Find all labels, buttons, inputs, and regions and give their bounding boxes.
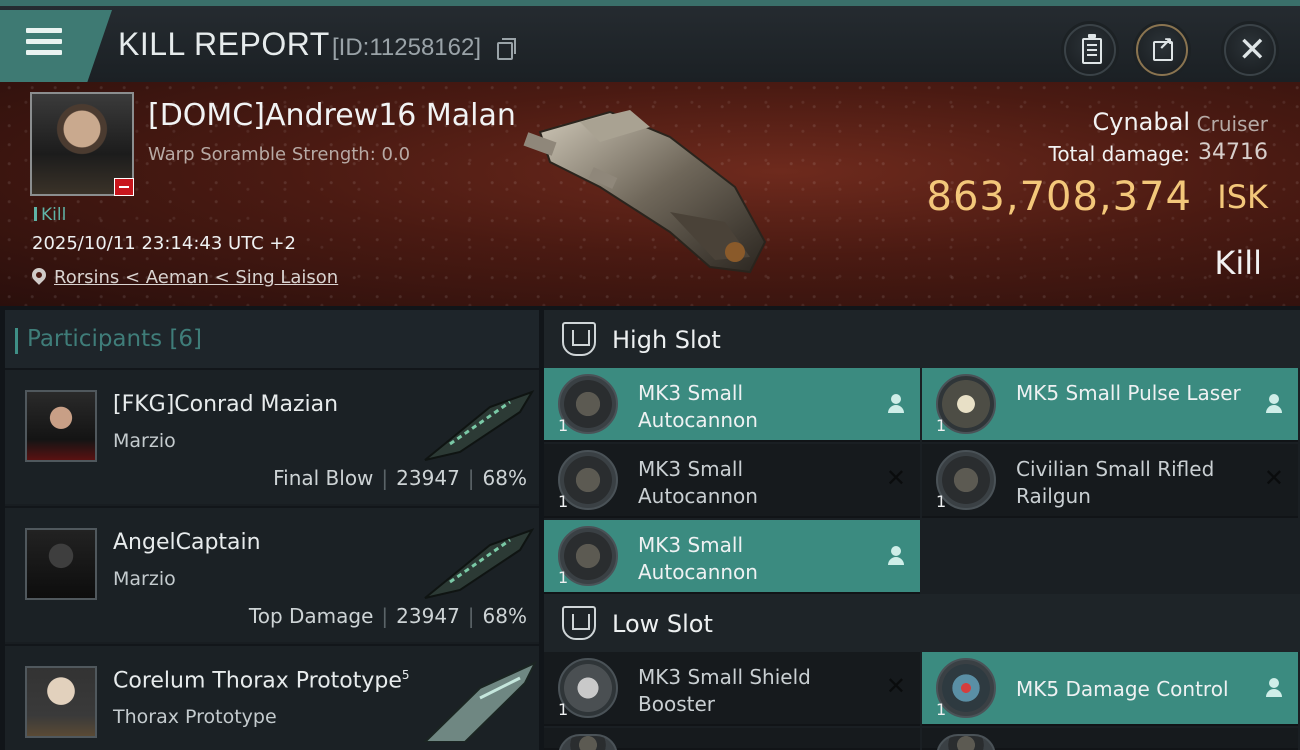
module-item[interactable]: 1 MK3 Small Autocannon <box>544 520 920 594</box>
top-bar: KILL REPORT [ID:11258162] ✕ <box>0 0 1300 82</box>
participant-percent: 68% <box>482 604 527 628</box>
low-slot-icon <box>562 606 596 640</box>
victim-name[interactable]: [DOMC]Andrew16 Malan <box>148 98 516 133</box>
module-icon <box>936 734 996 750</box>
location-pin-icon <box>29 265 49 285</box>
module-item[interactable]: 1 MK3 Small Shield Booster ✕ <box>544 652 920 726</box>
participant-role: Top Damage <box>248 604 374 628</box>
clipboard-button[interactable] <box>1064 24 1116 76</box>
dropped-person-icon <box>1266 394 1282 414</box>
participant-stats: Top Damage | 23947 | 68% <box>248 604 527 628</box>
participant-name: AngelCaptain <box>113 530 261 555</box>
participant-row[interactable]: [FKG]Conrad Mazian Marzio Final Blow | 239… <box>5 368 539 504</box>
participant-ship-image <box>423 660 538 742</box>
destroyed-x-icon: ✕ <box>885 672 906 700</box>
module-item[interactable]: 1 MK3 Small Autocannon <box>544 368 920 442</box>
module-quantity: 1 <box>558 416 569 435</box>
dropped-person-icon <box>888 394 904 414</box>
total-damage-value: 34716 <box>1198 140 1268 165</box>
participant-corp: Marzio <box>113 430 176 452</box>
module-quantity: 1 <box>558 492 569 511</box>
high-slot-title: High Slot <box>612 326 721 354</box>
module-item-partial[interactable] <box>922 728 1298 750</box>
kill-timestamp: 2025/10/11 23:14:43 UTC +2 <box>32 233 296 254</box>
warp-scramble-text: Warp Soramble Strength: 0.0 <box>148 144 411 165</box>
participant-corp: Thorax Prototype <box>113 706 277 728</box>
participant-row[interactable]: AngelCaptain Marzio Top Damage | 23947 | 68% <box>5 506 539 642</box>
close-icon: ✕ <box>1238 30 1267 70</box>
module-name: MK5 Damage Control <box>1016 677 1229 701</box>
module-name: Civilian Small Rifled Railgun <box>1016 457 1215 508</box>
module-item[interactable]: 1 Civilian Small Rifled Railgun ✕ <box>922 444 1298 518</box>
module-name: MK3 Small Autocannon <box>638 533 758 584</box>
module-item-partial[interactable] <box>544 728 920 750</box>
participants-header: Participants [6] <box>5 310 539 368</box>
module-quantity: 1 <box>558 568 569 587</box>
fitting-panel: High Slot 1 MK3 Small Autocannon 1 MK5 S… <box>544 310 1300 750</box>
module-quantity: 1 <box>558 700 569 719</box>
module-item[interactable]: 1 MK5 Small Pulse Laser <box>922 368 1298 442</box>
participant-row[interactable]: Corelum Thorax Prototype5 Thorax Prototy… <box>5 644 539 750</box>
participant-corp: Marzio <box>113 568 176 590</box>
module-item[interactable]: 1 MK5 Damage Control <box>922 652 1298 726</box>
ship-name[interactable]: Cynabal <box>1093 108 1191 136</box>
close-button[interactable]: ✕ <box>1224 24 1276 76</box>
module-name: MK3 Small Shield Booster <box>638 665 811 716</box>
hamburger-icon <box>26 28 62 61</box>
isk-unit: ISK <box>1217 178 1268 216</box>
participants-title: Participants [6] <box>15 326 202 354</box>
high-slot-header: High Slot <box>544 310 1300 368</box>
module-item[interactable]: 1 MK3 Small Autocannon ✕ <box>544 444 920 518</box>
share-icon <box>1153 34 1173 61</box>
module-quantity: 1 <box>936 492 947 511</box>
participant-role: Final Blow <box>273 466 374 490</box>
high-slot-icon <box>562 322 596 356</box>
page-title: KILL REPORT <box>118 26 330 62</box>
avatar[interactable] <box>25 666 97 738</box>
low-slot-header: Low Slot <box>544 594 1300 652</box>
module-name: MK5 Small Pulse Laser <box>1016 381 1241 405</box>
clipboard-icon <box>1082 34 1102 64</box>
victim-ship-image <box>523 110 767 274</box>
destroyed-x-icon: ✕ <box>885 464 906 492</box>
kill-tag: Kill <box>34 205 66 225</box>
participant-stats: Final Blow | 23947 | 68% <box>273 466 527 490</box>
menu-button[interactable] <box>0 10 112 82</box>
victim-avatar[interactable] <box>30 92 134 196</box>
participant-ship-image <box>424 390 535 461</box>
isk-value: 863,708,374 <box>926 174 1192 220</box>
report-id: [ID:11258162] <box>332 34 482 61</box>
share-button[interactable] <box>1136 24 1188 76</box>
ship-class: Cruiser <box>1196 112 1268 136</box>
participant-damage: 23947 <box>396 604 460 628</box>
location-link[interactable]: Rorsins < Aeman < Sing Laison <box>54 267 338 288</box>
avatar[interactable] <box>25 528 97 600</box>
dropped-person-icon <box>888 546 904 566</box>
module-name: MK3 Small Autocannon <box>638 457 758 508</box>
dropped-person-icon <box>1266 678 1282 698</box>
low-slot-title: Low Slot <box>612 610 713 638</box>
standing-badge <box>114 178 134 196</box>
module-quantity: 1 <box>936 700 947 719</box>
total-damage-label: Total damage: <box>1048 142 1191 166</box>
module-icon <box>558 734 618 750</box>
destroyed-x-icon: ✕ <box>1263 464 1284 492</box>
module-name: MK3 Small Autocannon <box>638 381 758 432</box>
victim-banner: [DOMC]Andrew16 Malan Warp Soramble Stren… <box>0 82 1300 306</box>
participant-ship-image <box>424 528 535 599</box>
participant-percent: 68% <box>482 466 527 490</box>
participant-damage: 23947 <box>396 466 460 490</box>
module-quantity: 1 <box>936 416 947 435</box>
avatar[interactable] <box>25 390 97 462</box>
copy-id-icon[interactable] <box>497 38 516 60</box>
participant-name-superscript: 5 <box>401 668 410 682</box>
participant-name: [FKG]Conrad Mazian <box>113 392 339 417</box>
participant-name: Corelum Thorax Prototype5 <box>113 668 410 694</box>
participants-panel: Participants [6] [FKG]Conrad Mazian Marz… <box>5 310 539 750</box>
result-label: Kill <box>1214 244 1262 282</box>
